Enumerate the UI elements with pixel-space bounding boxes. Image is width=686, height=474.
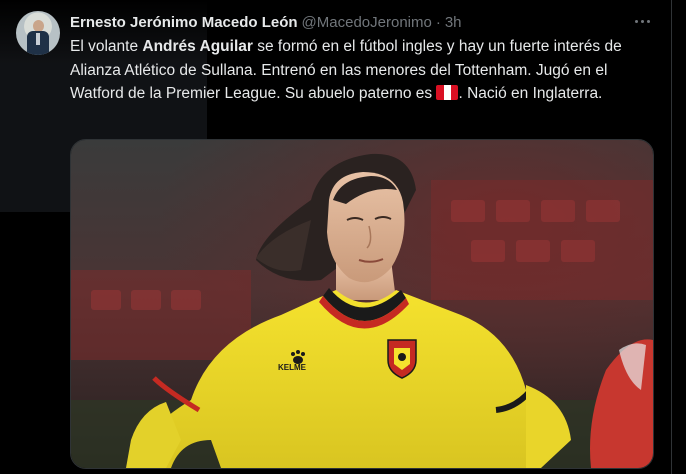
tweet-text-part: . Nació en Inglaterra. [458, 85, 603, 102]
more-options-icon[interactable] [630, 11, 654, 31]
tweet-header: Ernesto Jerónimo Macedo León @MacedoJero… [70, 12, 462, 32]
kelme-brand-text: KELME [278, 363, 307, 372]
peru-flag-emoji [436, 85, 459, 100]
timestamp[interactable]: 3h [445, 14, 462, 31]
tweet[interactable]: Ernesto Jerónimo Macedo León @MacedoJero… [0, 0, 671, 474]
tweet-text-bold: Andrés Aguilar [142, 38, 253, 55]
tweet-text: El volante Andrés Aguilar se formó en el… [70, 35, 660, 106]
author-handle[interactable]: @MacedoJeronimo [302, 14, 432, 31]
tweet-text-part: El volante [70, 38, 143, 55]
separator-dot: · [435, 13, 441, 31]
avatar-tie [36, 33, 40, 45]
tweet-media-photo[interactable]: KELME [70, 139, 654, 469]
author-name[interactable]: Ernesto Jerónimo Macedo León [70, 14, 298, 31]
avatar[interactable] [16, 11, 60, 55]
